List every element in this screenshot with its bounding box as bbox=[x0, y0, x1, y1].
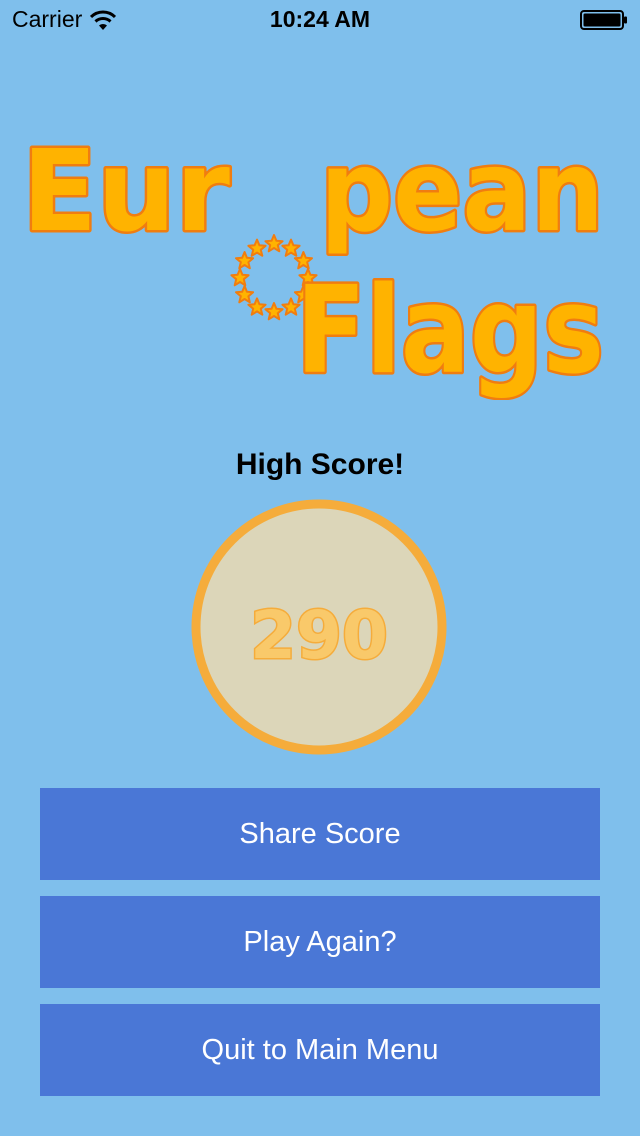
eu-star-icon bbox=[264, 302, 284, 321]
eu-star-icon bbox=[247, 238, 267, 257]
logo-word-european-end: pean bbox=[320, 127, 604, 257]
quit-to-main-menu-button[interactable]: Quit to Main Menu bbox=[40, 1004, 600, 1096]
logo-word-flags: Flags bbox=[296, 262, 604, 400]
battery-icon bbox=[580, 10, 627, 30]
share-score-button[interactable]: Share Score bbox=[40, 788, 600, 880]
status-time: 10:24 AM bbox=[269, 6, 371, 32]
play-again-button[interactable]: Play Again? bbox=[40, 896, 600, 988]
eu-star-icon bbox=[230, 268, 250, 287]
eu-star-icon bbox=[247, 297, 267, 316]
logo-word-european-start: Eur bbox=[22, 127, 230, 257]
game-logo: Eur pean Flags bbox=[20, 125, 607, 401]
status-bar: Carrier 10:24 AM bbox=[0, 0, 640, 40]
eu-star-icon bbox=[235, 285, 255, 304]
eu-star-icon bbox=[264, 234, 284, 253]
high-score-heading: High Score! bbox=[235, 448, 405, 481]
score-value: 290 bbox=[250, 597, 388, 674]
eu-star-icon bbox=[235, 251, 255, 270]
eu-star-icon bbox=[281, 238, 301, 257]
score-badge: 290 bbox=[191, 499, 447, 755]
